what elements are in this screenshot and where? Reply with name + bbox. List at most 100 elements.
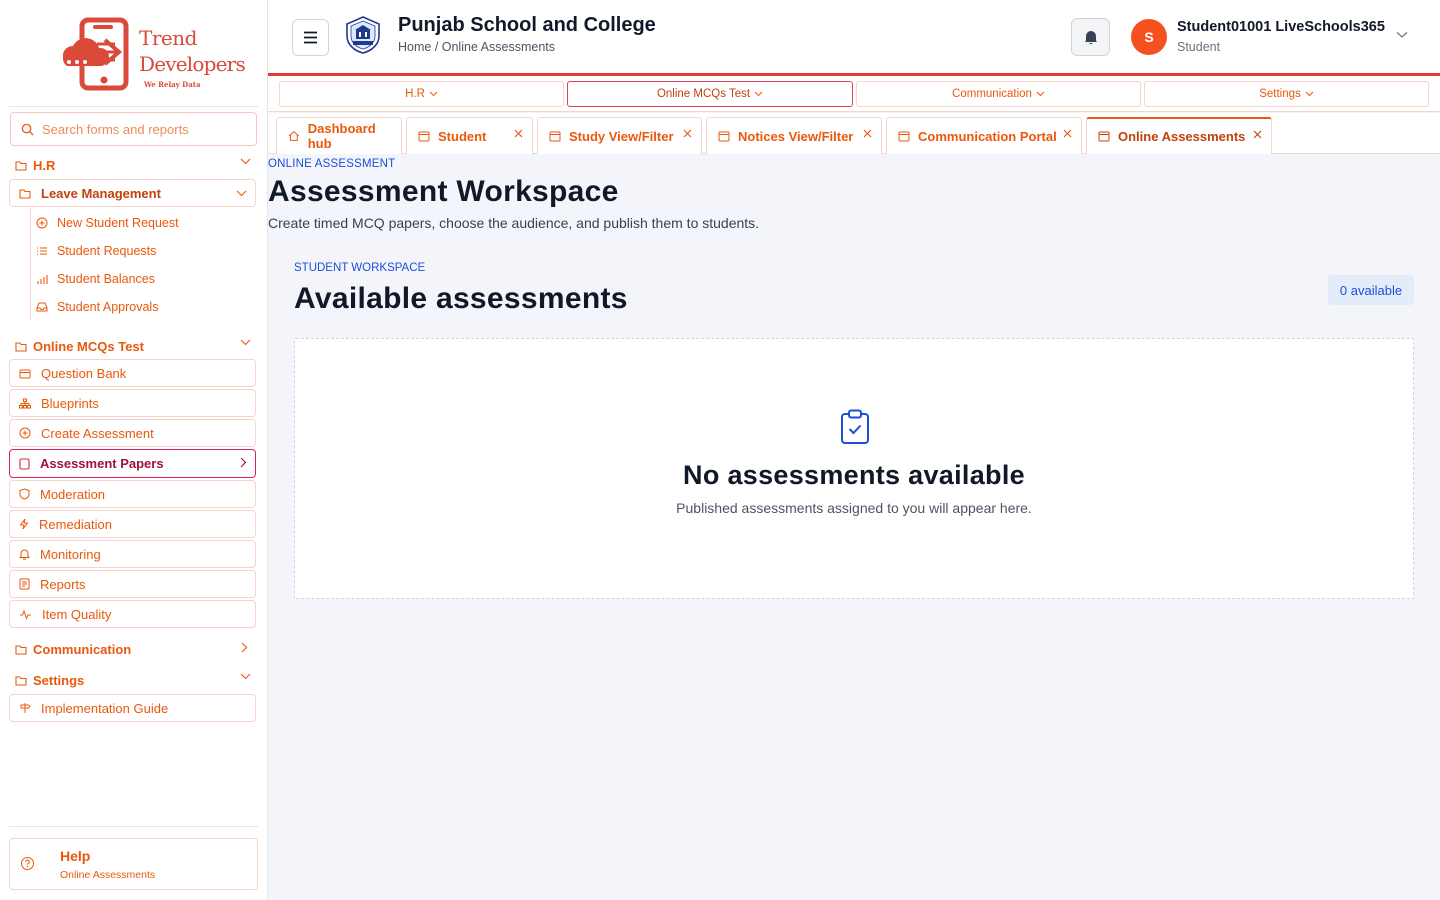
close-icon[interactable] [1253,130,1262,139]
page-title: Assessment Workspace [268,175,619,208]
window-icon [898,131,910,141]
module-menu-label: Communication [952,88,1032,100]
tab-label: Student [438,128,487,144]
brand-logo-icon [62,17,129,91]
folder-icon [15,341,27,352]
chevron-down-icon [236,190,247,197]
sidebar-item-moderation[interactable]: Moderation [9,480,256,508]
sidebar-item-item-quality[interactable]: Item Quality [9,600,256,628]
sidebar-item-label: Leave Management [41,185,161,201]
section-kicker: STUDENT WORKSPACE [294,262,426,274]
tab-label: Online Assessments [1118,129,1246,144]
school-name: Punjab School and College [398,14,656,36]
close-icon[interactable] [1063,129,1072,138]
sidebar-item-label: Remediation [39,516,112,532]
sidebar-subitem-student-approvals[interactable]: Student Approvals [36,300,158,314]
open-tabs-bar: Dashboard hub Student Study View/Filter … [268,113,1440,154]
chevron-right-icon [241,642,248,653]
tab-online-assessments[interactable]: Online Assessments [1086,117,1272,154]
shield-icon [19,488,30,500]
sidebar-section-communication[interactable]: Communication [15,640,255,658]
sidebar-item-label: Reports [40,576,86,592]
tab-label: Study View/Filter [569,128,674,144]
available-count-badge: 0 available [1328,275,1414,305]
help-card[interactable]: Help Online Assessments [9,838,258,890]
brand-tagline: We Relay Data [144,80,201,89]
search-input[interactable] [42,121,242,137]
tab-student[interactable]: Student [406,117,533,154]
close-icon[interactable] [683,129,692,138]
tab-dashboard-hub[interactable]: Dashboard hub [276,117,402,154]
close-icon[interactable] [514,129,523,138]
sidebar-item-create-assessment[interactable]: Create Assessment [9,419,256,447]
module-menu-online-mcqs[interactable]: Online MCQs Test [567,81,853,107]
folder-icon [15,675,27,686]
sidebar-item-monitoring[interactable]: Monitoring [9,540,256,568]
section-title: Available assessments [294,282,628,315]
top-header: Punjab School and College Home / Online … [268,0,1440,76]
chevron-down-icon[interactable] [1396,31,1408,39]
sidebar-item-assessment-papers[interactable]: Assessment Papers [9,449,256,478]
module-menu-bar: H.R Online MCQs Test Communication Setti… [268,76,1440,112]
home-icon [288,130,300,141]
tab-label: Notices View/Filter [738,128,854,144]
user-name[interactable]: Student01001 LiveSchools365 [1177,19,1385,35]
module-menu-settings[interactable]: Settings [1144,81,1429,107]
window-icon [1098,131,1110,142]
inbox-icon [36,302,48,312]
tab-communication-portal[interactable]: Communication Portal [886,117,1082,154]
chevron-down-icon [1305,91,1314,97]
sidebar-subitem-label: Student Requests [57,244,157,258]
sidebar-section-hr[interactable]: H.R [15,156,255,174]
sidebar-item-remediation[interactable]: Remediation [9,510,256,538]
bar-chart-icon [37,275,48,284]
tab-notices-view-filter[interactable]: Notices View/Filter [706,117,882,154]
sidebar-section-settings[interactable]: Settings [15,671,255,689]
sidebar-item-implementation-guide[interactable]: Implementation Guide [9,694,256,722]
page-kicker: ONLINE ASSESSMENT [268,158,396,170]
sidebar-item-label: Monitoring [40,546,101,562]
sidebar-subitem-new-student-request[interactable]: New Student Request [36,216,179,230]
module-menu-label: Settings [1259,88,1301,100]
module-menu-label: Online MCQs Test [656,88,751,100]
hamburger-icon [304,31,317,44]
bell-icon [19,549,30,560]
sidebar-item-label: Implementation Guide [41,700,169,716]
chevron-down-icon [240,339,251,346]
sidebar-item-reports[interactable]: Reports [9,570,256,598]
activity-icon [20,609,31,620]
help-subtitle: Online Assessments [60,869,156,881]
module-menu-communication[interactable]: Communication [856,81,1141,107]
tab-label: Communication Portal [918,128,1057,144]
sidebar-section-label: Settings [33,672,85,688]
plus-circle-icon [36,217,48,229]
sidebar-item-question-bank[interactable]: Question Bank [9,359,256,387]
report-icon [19,578,30,590]
tab-study-view-filter[interactable]: Study View/Filter [537,117,702,154]
breadcrumb[interactable]: Home / Online Assessments [398,40,555,54]
sidebar-item-blueprints[interactable]: Blueprints [9,389,256,417]
notifications-button[interactable] [1071,18,1110,56]
sidebar-subitem-student-requests[interactable]: Student Requests [36,244,156,258]
sidebar-subitem-student-balances[interactable]: Student Balances [36,272,155,286]
folder-icon [19,188,31,199]
brand-logo[interactable]: Trend Developers We Relay Data [55,16,246,94]
module-menu-hr[interactable]: H.R [279,81,564,107]
sidebar-item-leave-management[interactable]: Leave Management [9,179,256,207]
document-icon [19,457,30,470]
sidebar-section-online-mcqs[interactable]: Online MCQs Test [15,337,255,355]
sidebar-search[interactable] [10,112,257,146]
empty-state-card: No assessments available Published asses… [294,338,1414,599]
sidebar-divider [9,106,258,107]
close-icon[interactable] [863,129,872,138]
clipboard-check-icon [841,409,869,444]
tab-label: Dashboard hub [307,121,376,151]
user-avatar[interactable]: S [1131,19,1167,55]
sidebar-item-label: Item Quality [42,606,112,622]
menu-toggle-button[interactable] [292,19,329,56]
sidebar-item-label: Question Bank [41,365,127,381]
list-icon [37,247,47,255]
page-description: Create timed MCQ papers, choose the audi… [268,215,760,231]
submenu-guide-line [30,208,31,320]
sidebar: Trend Developers We Relay Data H.R Leave… [0,0,268,900]
